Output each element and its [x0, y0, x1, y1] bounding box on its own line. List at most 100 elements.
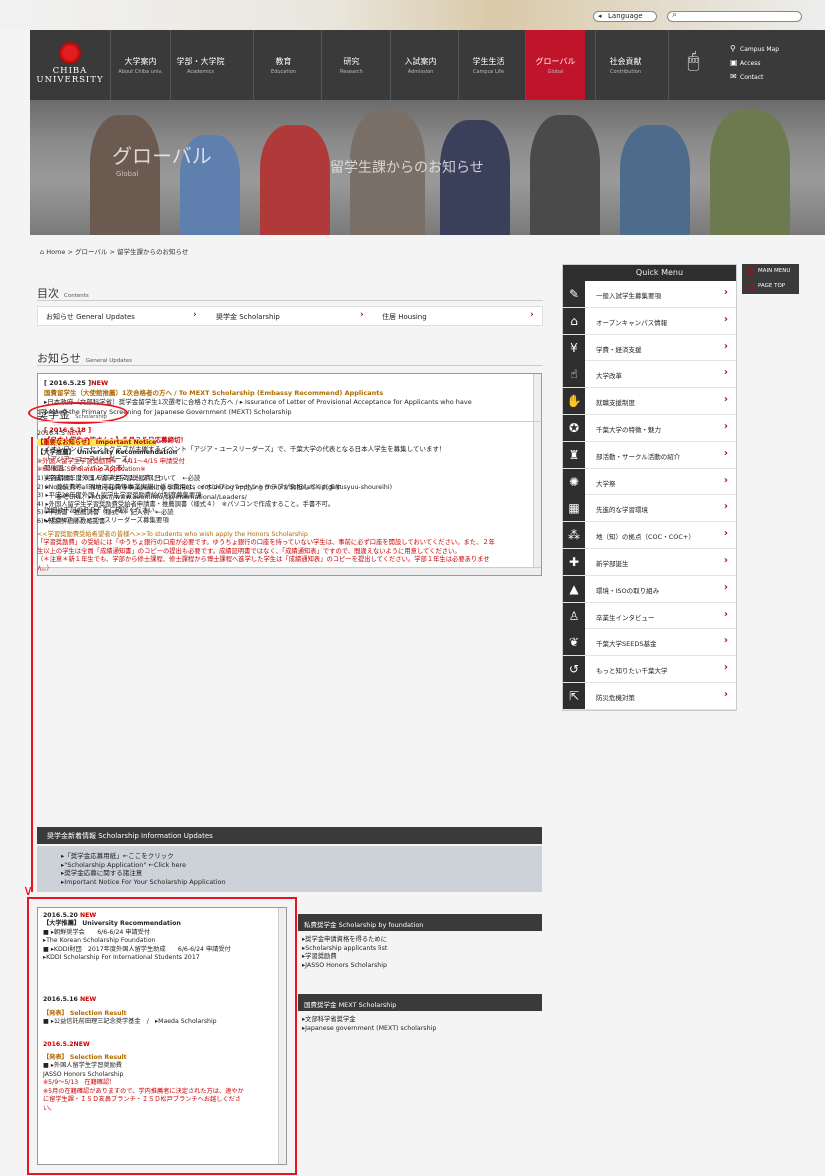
emergency-exit-icon: ⇱ — [563, 682, 585, 709]
quick-menu-label: 先進的な学習環境 — [596, 506, 648, 515]
scholarship-link[interactable]: ■ ▸外国人留学生学習奨励費 — [43, 1062, 281, 1070]
scholarship-link[interactable]: ▸KDDI Scholarship For International Stud… — [43, 954, 281, 962]
quick-menu-item[interactable]: ▲ 環境・ISOの取り組み › — [563, 575, 736, 603]
page-top-button[interactable]: PAGE TOP — [742, 279, 799, 294]
nav-item-education[interactable]: 教育 Education — [253, 30, 313, 100]
people-icon: ⁂ — [563, 522, 585, 549]
application-link-jp[interactable]: ▸「奨学金応募用紙」←ここをクリック — [61, 852, 542, 861]
news-title: お知らせ — [37, 352, 81, 365]
contact-link[interactable]: ✉ Contact — [730, 72, 820, 81]
campus-map-link[interactable]: ⚲ Campus Map — [730, 44, 820, 53]
breadcrumb[interactable]: ⌂ Home > グローバル > 留学生課からのお知らせ — [40, 246, 188, 256]
nav-item-academics[interactable]: 学部・大学院 Academics — [170, 30, 230, 100]
access-label: Access — [740, 60, 761, 67]
chevron-right-icon: › — [723, 608, 728, 620]
graduate-icon: ♙ — [563, 602, 585, 629]
nav-item-about[interactable]: 大学案内 About Chiba univ. — [110, 30, 170, 100]
toc-item-housing[interactable]: 住居 Housing — [382, 312, 427, 322]
nav-item-global[interactable]: グローバル Global — [525, 30, 585, 100]
scholarship-link[interactable]: 2) ▸Notice for all Non-Japanese-speaking… — [37, 484, 542, 493]
quick-menu-item[interactable]: ⇱ 防災危機対策 › — [563, 682, 736, 710]
quick-menu-item[interactable]: ♙ 卒業生インタビュー › — [563, 602, 736, 630]
chevron-right-icon: › — [723, 581, 728, 593]
nav-item-admission[interactable]: 入試案内 Admission — [390, 30, 450, 100]
quick-menu-label: 大学改革 — [596, 372, 622, 381]
scholarship-updates-links: ▸「奨学金応募用紙」←ここをクリック ▸"Scholarship Applica… — [37, 846, 542, 892]
nav-item-research[interactable]: 研究 Research — [321, 30, 381, 100]
mext-link[interactable]: ▸Japanese government (MEXT) scholarship — [302, 1025, 538, 1034]
scholarship-link[interactable]: 6) ▸成績評価係数確認書 — [37, 518, 542, 527]
search-input[interactable]: ⌕ — [667, 10, 802, 22]
quick-menu-item[interactable]: ✚ 新学部誕生 › — [563, 548, 736, 576]
annotation-arrow-icon: ∨ — [23, 883, 34, 899]
notice-link-en[interactable]: ▸Important Notice For Your Scholarship A… — [61, 878, 542, 887]
scholarship-news-content: 2016.5.20 NEW 【大学推薦】 University Recommen… — [43, 912, 281, 1113]
chevron-right-icon: › — [723, 313, 728, 325]
news-date: 2016.5.2NEW — [43, 1040, 90, 1048]
scholarship-note: い。 — [43, 1104, 56, 1112]
access-link[interactable]: ▣ Access — [730, 58, 820, 67]
chevron-right-icon[interactable]: › — [530, 310, 534, 320]
scholarship-link[interactable]: 1) ▸平成28年度外国人留学生学習奨励費について ←必読 — [37, 475, 542, 484]
quick-menu-item[interactable]: ❦ 千葉大学SEEDS基金 › — [563, 629, 736, 657]
sprout-icon: ❦ — [563, 629, 585, 656]
quick-menu-label: 大学祭 — [596, 479, 616, 488]
mext-link[interactable]: ▸文部科学省奨学金 — [302, 1016, 538, 1025]
quick-menu-item[interactable]: ✪ 千葉大学の特徴・魅力 › — [563, 414, 736, 442]
quick-menu-item[interactable]: ✋ 就職支援制度 › — [563, 388, 736, 415]
scholarship-news-scroll-box[interactable]: 2016.5.20 NEW 【大学推薦】 University Recommen… — [37, 907, 287, 1165]
notice-link-jp[interactable]: ▸奨学金応募に関する諸注意 — [61, 869, 542, 878]
toc-heading: 目次 Contents — [37, 285, 89, 301]
quick-menu-label: もっと知りたい千葉大学 — [596, 667, 668, 676]
toc-title: 目次 — [37, 287, 59, 300]
quick-menu-item[interactable]: ▦ 先進的な学習環境 › — [563, 495, 736, 523]
new-badge: NEW — [80, 912, 97, 919]
main-menu-button[interactable]: MAIN MENU — [742, 264, 799, 279]
quick-menu-item[interactable]: ✺ 大学祭 › — [563, 468, 736, 496]
private-link[interactable]: ▸奨学金申請資格を得るために — [302, 936, 538, 945]
campus-map-label: Campus Map — [740, 46, 780, 53]
private-link[interactable]: ▸JASSO Honors Scholarship — [302, 962, 538, 971]
chevron-right-icon[interactable]: › — [360, 310, 364, 320]
quick-menu-item[interactable]: ⌂ オープンキャンパス情報 › — [563, 307, 736, 335]
nav-sublabel: About Chiba univ. — [118, 69, 163, 75]
caret-left-icon: ◂ — [598, 12, 602, 20]
chevron-right-icon: › — [723, 662, 728, 674]
new-badge: NEW — [80, 996, 97, 1004]
quick-menu-item[interactable]: ↺ もっと知りたい千葉大学 › — [563, 656, 736, 683]
mouse-icon[interactable]: 🖱 — [668, 30, 718, 100]
toc-item-scholarship[interactable]: 奨学金 Scholarship — [216, 312, 280, 322]
scholarship-line: ※外国人留学生学習奨励費※ 4/11〜4/15 申請受付 — [37, 457, 185, 465]
search-icon: ⌕ — [672, 10, 678, 20]
history-icon: ↺ — [563, 656, 585, 683]
vertical-scrollbar[interactable] — [278, 908, 286, 1164]
scholarship-link[interactable]: 3) ▸平成28年度外国人留学生学習奨励費給付制度募集要項 — [37, 492, 542, 501]
page-top-label: PAGE TOP — [758, 283, 786, 289]
quick-menu-item[interactable]: ☝ 大学改革 › — [563, 361, 736, 389]
private-link[interactable]: ▸学習奨励費 — [302, 953, 538, 962]
scholarship-link[interactable]: ▸The Korean Scholarship Foundation — [43, 937, 281, 945]
chevron-right-icon[interactable]: › — [193, 310, 197, 320]
toc-bar: お知らせ General Updates › 奨学金 Scholarship ›… — [37, 306, 543, 326]
nav-item-campus-life[interactable]: 学生生活 Campus Life — [458, 30, 518, 100]
scholarship-link[interactable]: 5) ▸申請書・推薦調書（様式４）記入例 ←必読 — [37, 509, 542, 518]
quick-menu-item[interactable]: ✎ 一般入試学生募集要項 › — [563, 281, 736, 308]
quick-menu-item[interactable]: ⁂ 地（知）の拠点（COC・COC+） › — [563, 522, 736, 549]
handshake-icon: ✋ — [563, 388, 585, 415]
application-link-en[interactable]: ▸"Scholarship Application" ←Click here — [61, 861, 542, 870]
toc-item-general[interactable]: お知らせ General Updates — [46, 312, 135, 322]
private-link[interactable]: ▸Scholarship applicants list — [302, 945, 538, 954]
chevron-right-icon: › — [723, 367, 728, 379]
nav-sublabel: Research — [340, 69, 363, 75]
scholarship-link[interactable]: ■ ▸公益信託前田理三記念奨学基金 / ▸Maeda Scholarship — [43, 1018, 281, 1026]
scholarship-link[interactable]: ■ ▸KDDI財団 2017年度外国人留学生助成 6/6-6/24 申請受付 — [43, 946, 281, 954]
scholarship-title-en: Scholarship — [75, 414, 107, 420]
quick-menu-item[interactable]: ♜ 部活動・サークル活動の紹介 › — [563, 441, 736, 469]
university-logo[interactable]: CHIBA UNIVERSITY — [30, 30, 110, 100]
quick-menu-item[interactable]: ¥ 学費・経済支援 › — [563, 334, 736, 362]
language-selector[interactable]: ◂ Language — [593, 11, 657, 22]
nav-item-contribution[interactable]: 社会貢献 Contribution — [595, 30, 655, 100]
mext-scholarship-panel: 国費奨学金 MEXT Scholarship ▸文部科学省奨学金 ▸Japane… — [298, 994, 542, 1038]
nav-label: 研究 — [343, 57, 360, 66]
scholarship-link[interactable]: ■ ▸朝鮮奨学会 6/6-6/24 申請受付 — [43, 929, 281, 937]
